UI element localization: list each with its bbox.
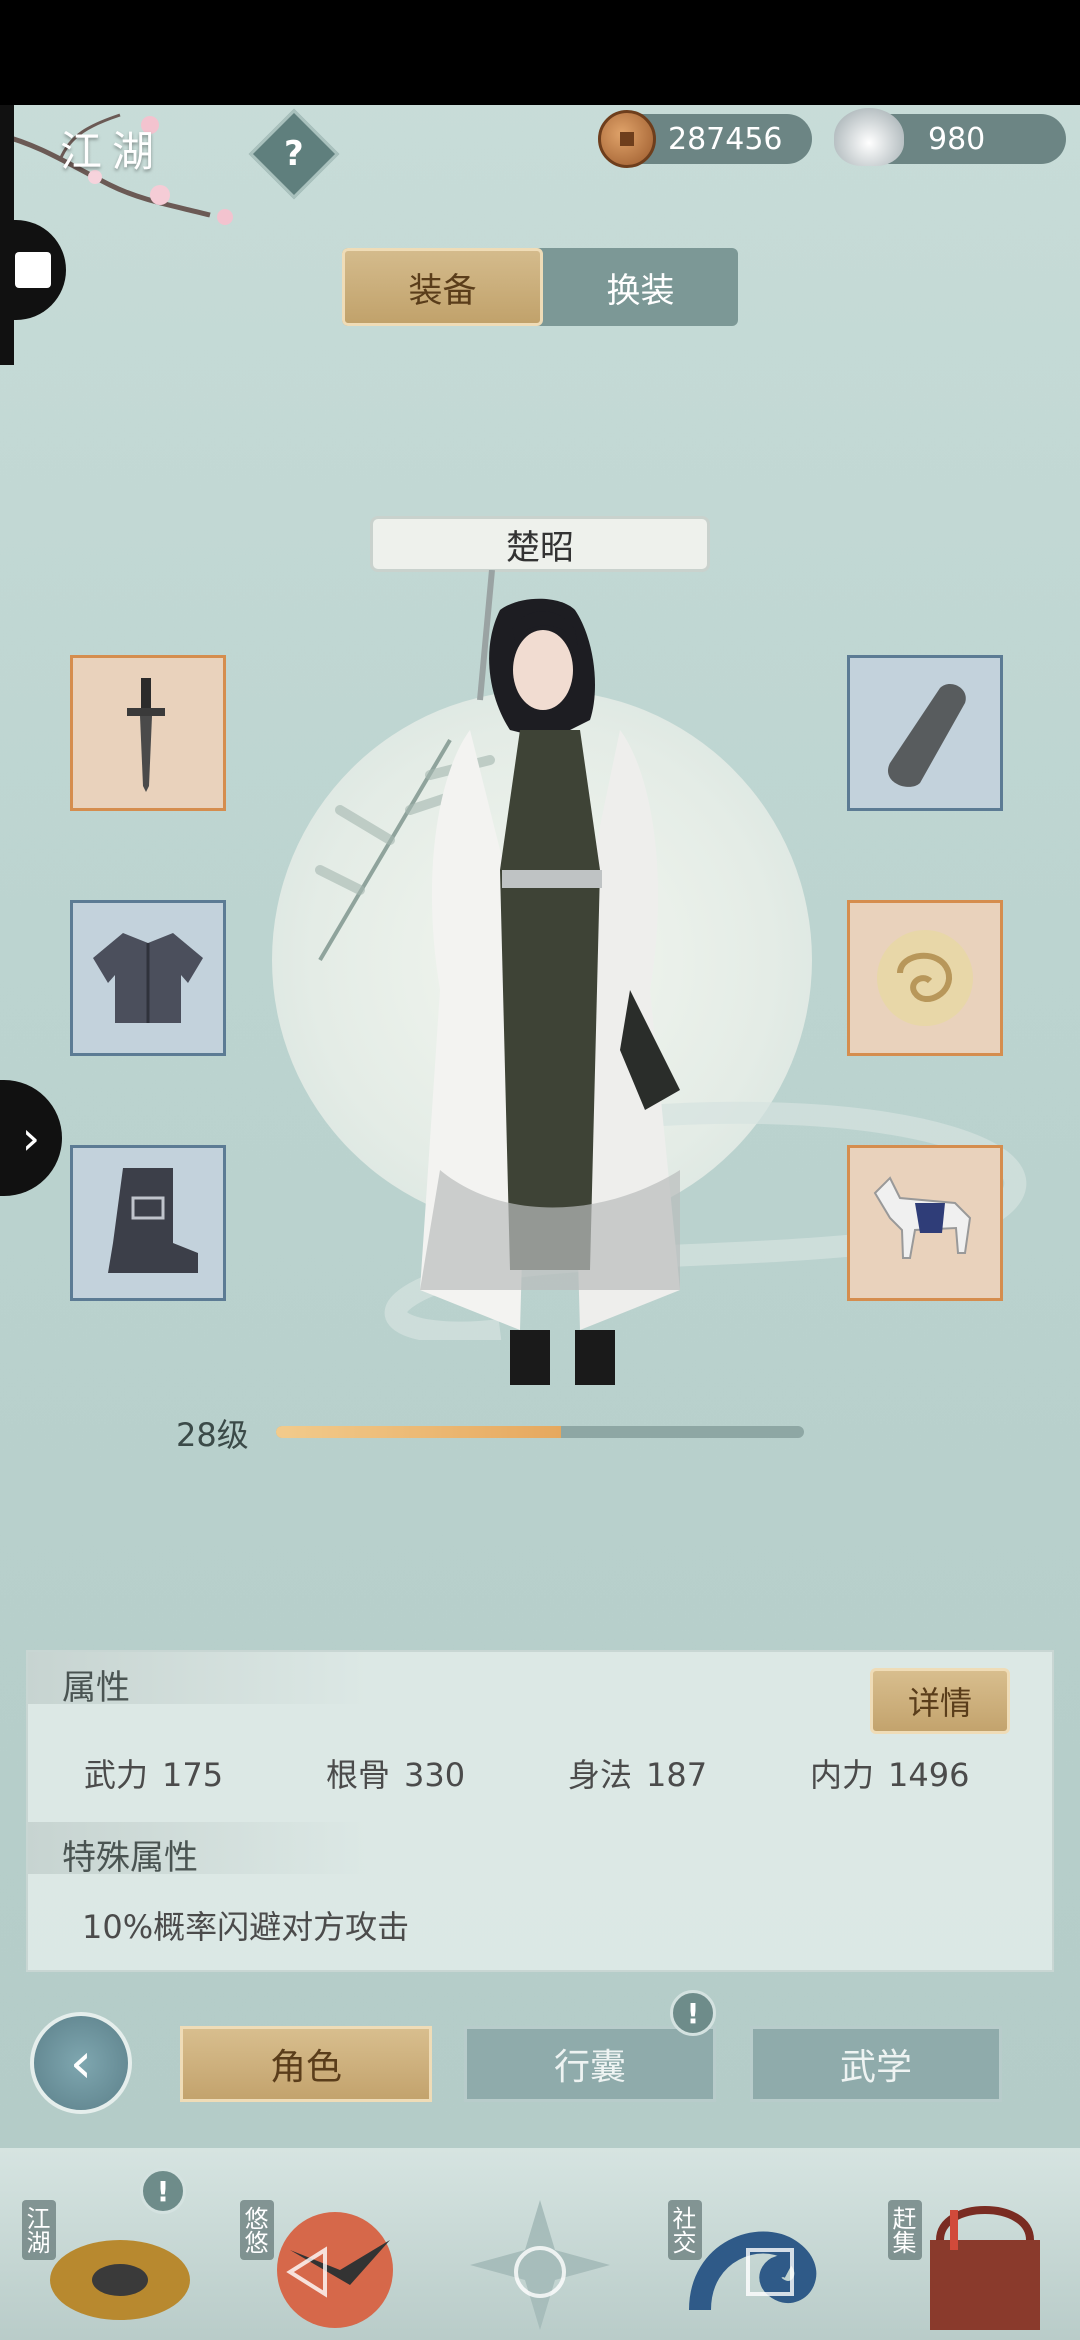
market-basket-icon bbox=[930, 2206, 1040, 2330]
dock-market[interactable] bbox=[900, 2190, 1070, 2340]
jade-pendant-icon bbox=[877, 930, 973, 1026]
question-icon: ? bbox=[284, 133, 304, 174]
dock-youyou-label: 悠悠 bbox=[240, 2200, 274, 2260]
horse-icon bbox=[873, 1176, 972, 1259]
stat-constitution: 根骨 330 bbox=[326, 1750, 465, 1796]
puzzle-icon bbox=[15, 252, 51, 288]
level-label: 28级 bbox=[176, 1416, 249, 1454]
weapon-slot[interactable] bbox=[70, 655, 226, 811]
special-attributes-title: 特殊属性 bbox=[62, 1838, 198, 1878]
attributes-title: 属性 bbox=[62, 1668, 130, 1708]
boots-slot[interactable] bbox=[70, 1145, 226, 1301]
dock-jianghu-label: 江湖 bbox=[22, 2200, 56, 2260]
stat-label: 武力 bbox=[84, 1756, 149, 1794]
stat-strength: 武力 175 bbox=[84, 1750, 223, 1796]
copper-currency[interactable]: 287456 bbox=[598, 110, 812, 168]
tab-martial-arts[interactable]: 武学 bbox=[750, 2026, 1002, 2102]
equip-outfit-tabs: 装备 换装 bbox=[342, 248, 738, 326]
details-button[interactable]: 详情 bbox=[870, 1668, 1010, 1734]
character-name-plate: 楚昭 bbox=[370, 516, 710, 572]
special-attribute-text: 10%概率闪避对方攻击 bbox=[82, 1908, 410, 1946]
stat-label: 内力 bbox=[810, 1756, 875, 1794]
bracer-slot[interactable] bbox=[847, 655, 1003, 811]
tab-bag[interactable]: 行囊 bbox=[464, 2026, 716, 2102]
stat-label: 身法 bbox=[568, 1756, 633, 1794]
system-home-icon[interactable] bbox=[510, 2242, 570, 2302]
dock-social-label: 社交 bbox=[668, 2200, 702, 2260]
dock-market-label: 赶集 bbox=[888, 2200, 922, 2260]
silver-ingot-icon bbox=[834, 108, 904, 166]
dagger-icon bbox=[127, 678, 165, 792]
tab-equip[interactable]: 装备 bbox=[342, 248, 543, 326]
accessory-slot[interactable] bbox=[847, 900, 1003, 1056]
back-arrow-icon: ‹ bbox=[69, 2030, 93, 2096]
bag-alert-badge: ! bbox=[670, 1990, 716, 2036]
tab-outfit[interactable]: 换装 bbox=[543, 248, 738, 326]
mount-slot[interactable] bbox=[847, 1145, 1003, 1301]
chevron-right-icon: › bbox=[21, 1111, 41, 1165]
stat-inner-power: 内力 1496 bbox=[810, 1750, 969, 1796]
help-button[interactable]: ? bbox=[248, 108, 340, 200]
level-progress-bar bbox=[276, 1426, 804, 1438]
stat-value: 187 bbox=[646, 1756, 708, 1794]
stat-label: 根骨 bbox=[326, 1756, 391, 1794]
character-model[interactable] bbox=[380, 570, 720, 1400]
boot-icon bbox=[108, 1168, 198, 1273]
silver-currency[interactable]: 980 bbox=[834, 108, 1066, 166]
system-back-icon[interactable] bbox=[280, 2242, 340, 2302]
stat-value: 1496 bbox=[888, 1756, 970, 1794]
tab-role[interactable]: 角色 bbox=[180, 2026, 432, 2102]
system-recents-icon[interactable] bbox=[740, 2242, 800, 2302]
page-title: 江湖 bbox=[60, 127, 165, 176]
bracer-icon bbox=[887, 683, 966, 787]
stat-value: 330 bbox=[404, 1756, 466, 1794]
stat-value: 175 bbox=[162, 1756, 224, 1794]
copper-coin-icon bbox=[598, 110, 656, 168]
robe-icon bbox=[93, 933, 203, 1023]
jianghu-alert-badge: ! bbox=[140, 2168, 186, 2214]
stat-agility: 身法 187 bbox=[568, 1750, 707, 1796]
back-button[interactable]: ‹ bbox=[30, 2012, 132, 2114]
level-progress-fill bbox=[276, 1426, 562, 1438]
status-bar bbox=[0, 0, 1080, 105]
side-puzzle-tab[interactable] bbox=[0, 220, 66, 320]
attributes-panel: 属性 详情 武力 175 根骨 330 身法 187 内力 1496 特殊属性 10%概… bbox=[26, 1650, 1054, 1972]
armor-slot[interactable] bbox=[70, 900, 226, 1056]
